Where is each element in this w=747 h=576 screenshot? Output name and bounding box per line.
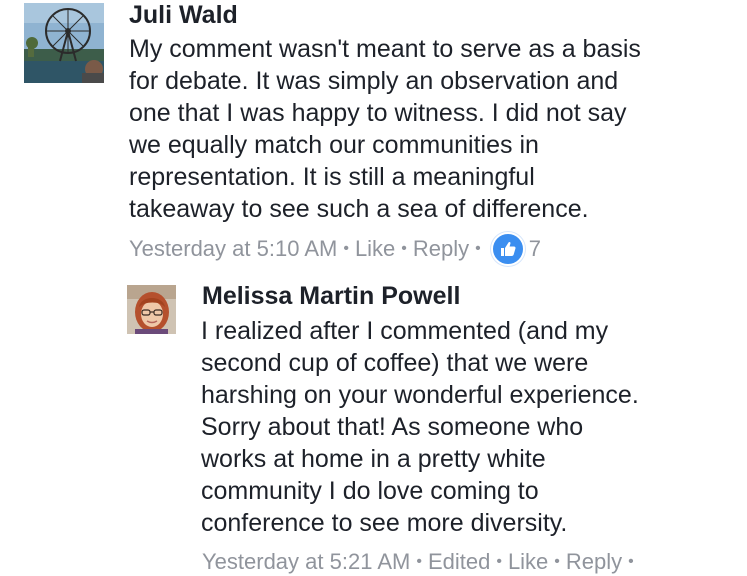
comment-line: community I do love coming to (201, 477, 539, 505)
avatar[interactable] (127, 285, 176, 334)
ferris-wheel-photo (24, 3, 104, 83)
reply-button[interactable]: Reply (413, 236, 469, 262)
separator-dot: • (343, 240, 349, 257)
comment-line: works at home in a pretty white (201, 445, 546, 473)
comment-timestamp[interactable]: Yesterday at 5:10 AM (129, 236, 337, 262)
comment-line: second cup of coffee) that we were (201, 349, 589, 377)
edited-label[interactable]: Edited (428, 549, 490, 575)
comment-line: for debate. It was simply an observation… (129, 67, 619, 95)
reply-button[interactable]: Reply (566, 549, 622, 575)
separator-dot: • (416, 553, 422, 570)
comment-meta: Yesterday at 5:21 AM • Edited • Like • R… (202, 547, 640, 576)
separator-dot: • (496, 553, 502, 570)
comment-body: My comment wasn't meant to serve as a ba… (129, 33, 729, 225)
thumbs-up-icon[interactable] (490, 232, 525, 266)
comment-line: harshing on your wonderful experience. (201, 381, 639, 409)
comment-line: My comment wasn't meant to serve as a ba… (129, 35, 641, 63)
like-button[interactable]: Like (508, 549, 548, 575)
profile-photo (127, 285, 176, 334)
comment-timestamp[interactable]: Yesterday at 5:21 AM (202, 549, 410, 575)
like-button[interactable]: Like (355, 236, 395, 262)
comment-body: I realized after I commented (and my sec… (201, 315, 741, 539)
comment-line: representation. It is still a meaningful (129, 163, 535, 191)
comment-thread: Juli Wald My comment wasn't meant to ser… (0, 0, 747, 576)
comment-line: Sorry about that! As someone who (201, 413, 584, 441)
separator-dot: • (475, 240, 481, 257)
reaction-count[interactable]: 7 (529, 236, 541, 262)
comment-author[interactable]: Melissa Martin Powell (202, 282, 460, 311)
comment-author[interactable]: Juli Wald (129, 1, 238, 30)
separator-dot: • (628, 553, 634, 570)
comment-line: one that I was happy to witness. I did n… (129, 99, 627, 127)
comment-line: I realized after I commented (and my (201, 317, 609, 345)
separator-dot: • (554, 553, 560, 570)
comment-meta: Yesterday at 5:10 AM • Like • Reply • 7 (129, 232, 541, 266)
comment-line: takeaway to see such a sea of difference… (129, 195, 589, 223)
avatar[interactable] (24, 3, 104, 83)
comment-line: we equally match our communities in (129, 131, 539, 159)
comment-line: conference to see more diversity. (201, 509, 568, 537)
separator-dot: • (401, 240, 407, 257)
